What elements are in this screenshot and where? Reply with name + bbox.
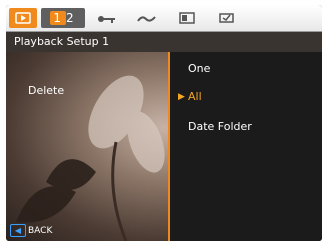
footer: ◀ BACK xyxy=(10,224,52,237)
back-button[interactable]: BACK xyxy=(28,226,52,236)
menu-tabs-bar: 1 2 xyxy=(6,5,322,32)
delete-options-panel: One ▶ All Date Folder xyxy=(168,52,322,241)
option-date-folder[interactable]: Date Folder xyxy=(188,120,252,133)
tab-playback[interactable] xyxy=(9,8,37,28)
playback-icon xyxy=(15,9,31,28)
tab-wave[interactable] xyxy=(129,8,165,28)
option-one[interactable]: One xyxy=(188,62,210,75)
tab-pages[interactable]: 1 2 xyxy=(41,8,85,28)
page-title: Playback Setup 1 xyxy=(6,32,322,52)
tab-battery[interactable] xyxy=(209,8,245,28)
tab-setup[interactable] xyxy=(89,8,125,28)
card-icon xyxy=(179,9,195,28)
delete-label[interactable]: Delete xyxy=(28,84,64,97)
back-icon: ◀ xyxy=(10,224,26,237)
key-icon xyxy=(97,9,117,28)
page-1-tab[interactable]: 1 xyxy=(50,11,66,25)
page-2-tab[interactable]: 2 xyxy=(66,11,76,25)
option-all[interactable]: All xyxy=(188,90,202,103)
camera-screen: 1 2 Playback Setup 1 Delete One ▶ All Da… xyxy=(6,5,322,241)
tab-card[interactable] xyxy=(169,8,205,28)
selection-pointer-icon: ▶ xyxy=(178,92,185,102)
wave-icon xyxy=(137,9,157,28)
battery-icon xyxy=(219,9,235,28)
